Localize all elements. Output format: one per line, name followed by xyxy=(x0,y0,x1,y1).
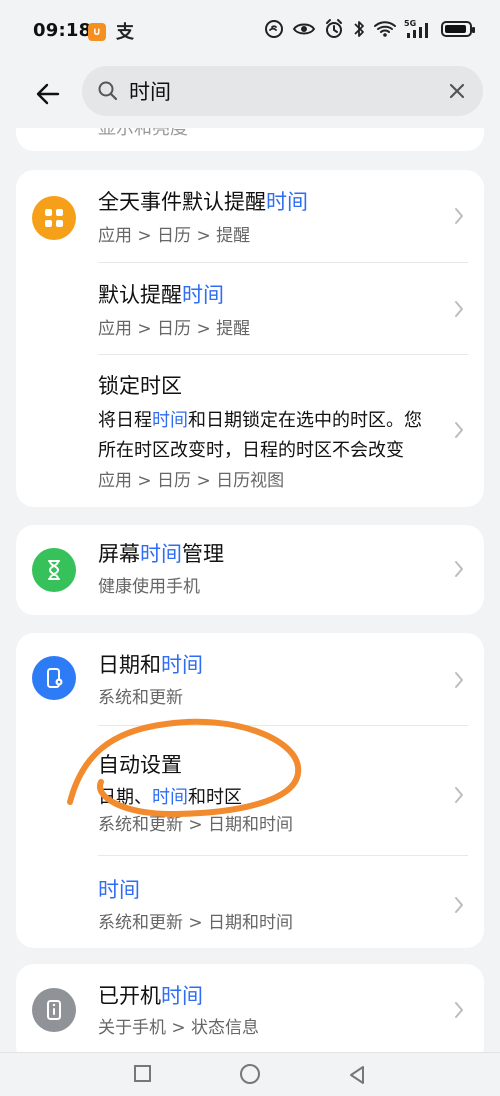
result-title: 已开机时间 xyxy=(98,984,203,1008)
clear-search-icon[interactable] xyxy=(447,81,467,101)
system-navigation-bar xyxy=(0,1052,500,1096)
result-path: 关于手机 > 状态信息 xyxy=(98,1018,260,1038)
status-left-icons: ∪ 支 xyxy=(88,19,134,44)
hourglass-icon xyxy=(48,560,60,580)
result-default-reminder-time[interactable]: 默认提醒时间 应用 > 日历 > 提醒 xyxy=(16,263,484,355)
chevron-right-icon xyxy=(454,671,464,689)
result-path: 系统和更新 xyxy=(98,688,183,708)
about-phone-app-icon xyxy=(32,988,76,1032)
result-title: 锁定时区 xyxy=(98,374,182,398)
result-path: 应用 > 日历 > 日历视图 xyxy=(98,471,285,491)
result-path: 健康使用手机 xyxy=(98,577,200,597)
arrow-left-icon xyxy=(36,83,60,105)
result-title: 默认提醒时间 xyxy=(98,283,224,307)
screen-time-result-card[interactable]: 屏幕时间管理 健康使用手机 xyxy=(16,525,484,615)
battery-icon xyxy=(441,21,475,37)
result-path: 系统和更新 > 日期和时间 xyxy=(98,815,294,835)
result-auto-set-date-time[interactable]: 自动设置 日期、时间和时区 系统和更新 > 日期和时间 xyxy=(16,726,484,855)
search-box[interactable] xyxy=(82,66,483,116)
wifi-icon xyxy=(374,21,396,37)
system-back-button[interactable] xyxy=(346,1064,368,1086)
result-description-line-2: 所在时区改变时，日程的时区不会改变 xyxy=(98,440,404,461)
chevron-right-icon xyxy=(454,560,464,578)
result-path: 应用 > 日历 > 提醒 xyxy=(98,319,251,339)
result-title: 日期和时间 xyxy=(98,653,203,677)
result-all-day-reminder-time[interactable]: 全天事件默认提醒时间 应用 > 日历 > 提醒 xyxy=(16,170,484,262)
eye-comfort-icon xyxy=(292,23,316,35)
nfc-icon xyxy=(265,20,283,38)
signal-icon: 5G xyxy=(404,19,428,38)
battery-level xyxy=(445,25,466,33)
result-description: 日期、时间和时区 xyxy=(98,787,242,808)
result-description-line-1: 将日程时间和日期锁定在选中的时区。您 xyxy=(98,410,422,431)
chevron-right-icon xyxy=(454,1001,464,1019)
status-bar: 09:18 ∪ 支 5G xyxy=(0,0,500,62)
chevron-right-icon xyxy=(454,421,464,439)
result-date-and-time[interactable]: 日期和时间 系统和更新 xyxy=(16,633,484,725)
result-path: 系统和更新 > 日期和时间 xyxy=(98,913,294,933)
result-title: 自动设置 xyxy=(98,753,182,777)
result-time[interactable]: 时间 系统和更新 > 日期和时间 xyxy=(16,856,484,948)
uptime-result-card[interactable]: 已开机时间 关于手机 > 状态信息 xyxy=(16,964,484,1052)
alarm-icon xyxy=(326,19,342,38)
chevron-right-icon xyxy=(454,207,464,225)
result-path: 应用 > 日历 > 提醒 xyxy=(98,226,251,246)
chevron-right-icon xyxy=(454,786,464,804)
health-app-icon xyxy=(32,548,76,592)
svg-text:5G: 5G xyxy=(404,19,416,28)
status-right-icons: 5G xyxy=(263,18,475,40)
payment-notification-icon: 支 xyxy=(116,22,134,43)
search-icon xyxy=(98,81,118,101)
search-input[interactable] xyxy=(129,66,429,116)
chevron-right-icon xyxy=(454,896,464,914)
back-button[interactable] xyxy=(28,74,68,114)
status-time: 09:18 xyxy=(33,20,92,41)
result-title: 时间 xyxy=(98,878,140,902)
search-header xyxy=(0,62,500,128)
date-time-result-card: 日期和时间 系统和更新 自动设置 日期、时间和时区 系统和更新 > 日期和时间 … xyxy=(16,633,484,948)
search-results: 显示和亮度 全天事件默认提醒时间 应用 > 日历 > 提醒 默认提醒时间 应用 … xyxy=(0,128,500,1052)
result-lock-time-zone[interactable]: 锁定时区 将日程时间和日期锁定在选中的时区。您 所在时区改变时，日程的时区不会改… xyxy=(16,355,484,507)
result-title: 全天事件默认提醒时间 xyxy=(98,190,308,214)
info-phone-icon xyxy=(47,1000,61,1020)
chevron-right-icon xyxy=(454,300,464,318)
home-button[interactable] xyxy=(240,1064,260,1084)
partial-result-card[interactable]: 显示和亮度 xyxy=(16,128,484,151)
bluetooth-icon xyxy=(354,21,364,37)
calendar-result-card: 全天事件默认提醒时间 应用 > 日历 > 提醒 默认提醒时间 应用 > 日历 >… xyxy=(16,170,484,507)
recent-apps-button[interactable] xyxy=(134,1065,151,1082)
app-notification-icon: ∪ xyxy=(88,22,106,41)
result-title: 屏幕时间管理 xyxy=(98,542,224,566)
partial-result-label: 显示和亮度 xyxy=(98,128,188,139)
